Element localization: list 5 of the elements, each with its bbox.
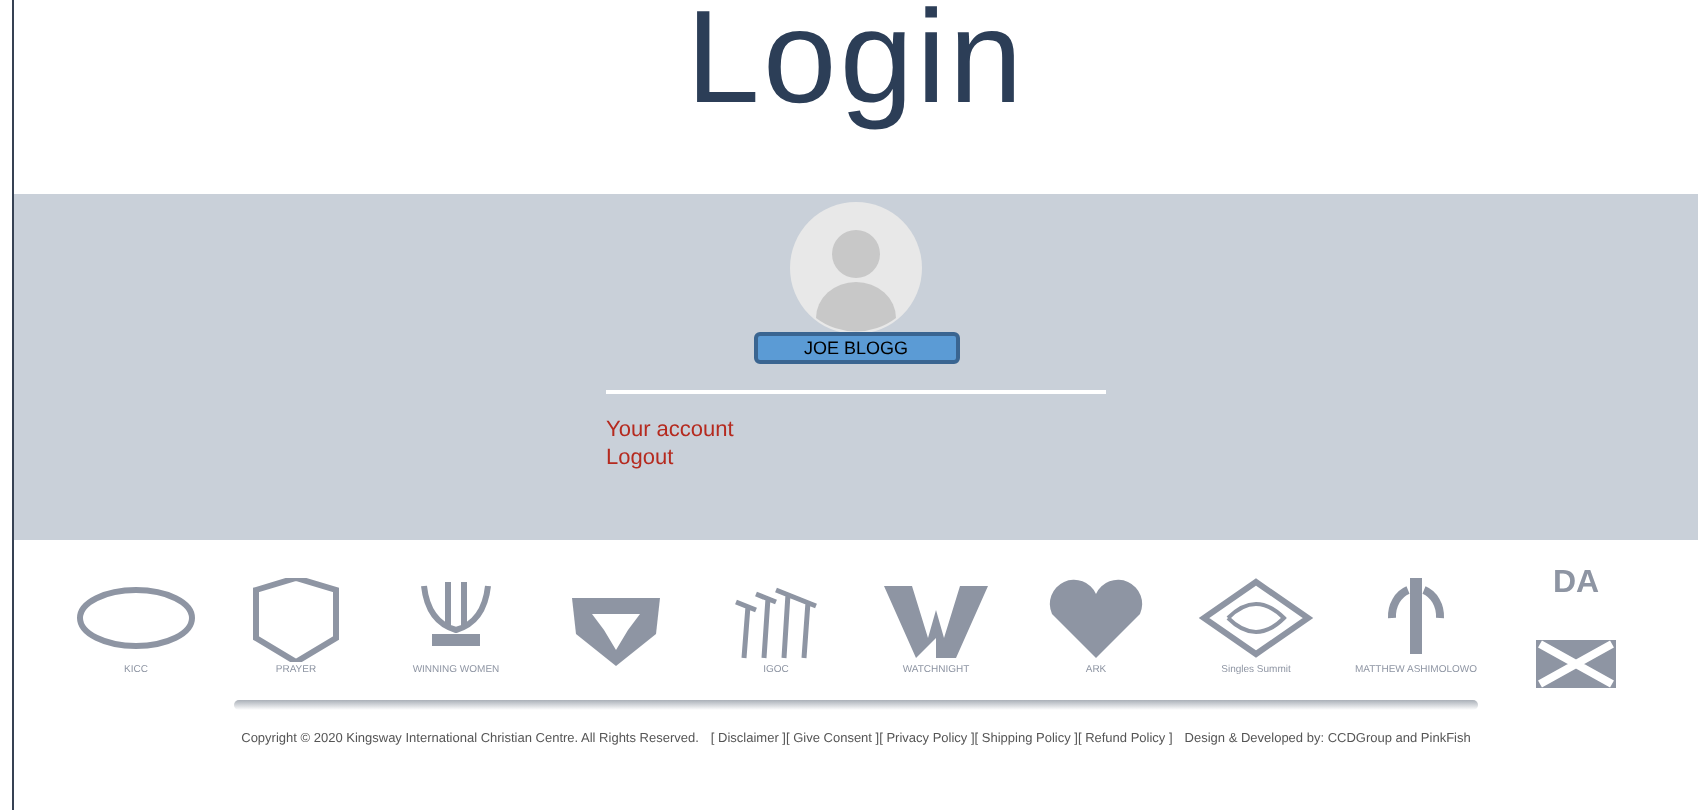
logo[interactable]: DA [1514,568,1638,688]
avatar-icon [790,202,922,334]
account-link[interactable]: Your account [606,416,734,444]
account-link[interactable]: Logout [606,444,674,472]
user-name-button[interactable]: JOE BLOGG [753,332,959,364]
